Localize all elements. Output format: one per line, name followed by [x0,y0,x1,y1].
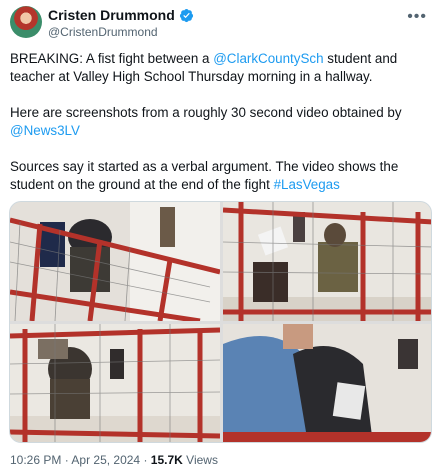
views-count: 15.7K [150,453,183,467]
views-label: Views [186,453,218,467]
tweet-text: BREAKING: A fist fight between a @ClarkC… [10,50,430,212]
tweet-meta: 10:26 PM · Apr 25, 2024 · 15.7K Views [10,453,218,467]
video-screenshot-1[interactable] [10,202,220,321]
meta-separator: · [143,453,148,467]
tweet-paragraph-3: Sources say it started as a verbal argum… [10,158,430,194]
author-handle[interactable]: @CristenDrummond [48,25,158,39]
avatar[interactable] [10,6,42,38]
mention-link-clarkcountysch[interactable]: @ClarkCountySch [213,51,323,66]
mention-link-news3lv[interactable]: @News3LV [10,123,80,138]
author-name[interactable]: Cristen Drummond [48,7,175,23]
video-screenshot-2[interactable] [223,202,431,321]
video-screenshot-4[interactable] [223,324,431,442]
media-grid [9,201,432,443]
tweet-date[interactable]: Apr 25, 2024 [71,453,140,467]
tweet-time[interactable]: 10:26 PM [10,453,61,467]
video-screenshot-3[interactable] [10,324,220,442]
meta-separator: · [64,453,69,467]
text-span: Sources say it started as a verbal argum… [10,159,399,192]
text-span: Here are screenshots from a roughly 30 s… [10,105,402,120]
tweet-paragraph-2: Here are screenshots from a roughly 30 s… [10,104,430,140]
text-span: BREAKING: A fist fight between a [10,51,214,66]
tweet-header: Cristen Drummond @CristenDrummond ••• [10,6,429,40]
hashtag-link-lasvegas[interactable]: #LasVegas [274,177,340,192]
author-name-row: Cristen Drummond [48,7,194,23]
more-options-icon[interactable]: ••• [407,8,427,26]
tweet-paragraph-1: BREAKING: A fist fight between a @ClarkC… [10,50,430,86]
verified-badge-icon [179,8,193,22]
